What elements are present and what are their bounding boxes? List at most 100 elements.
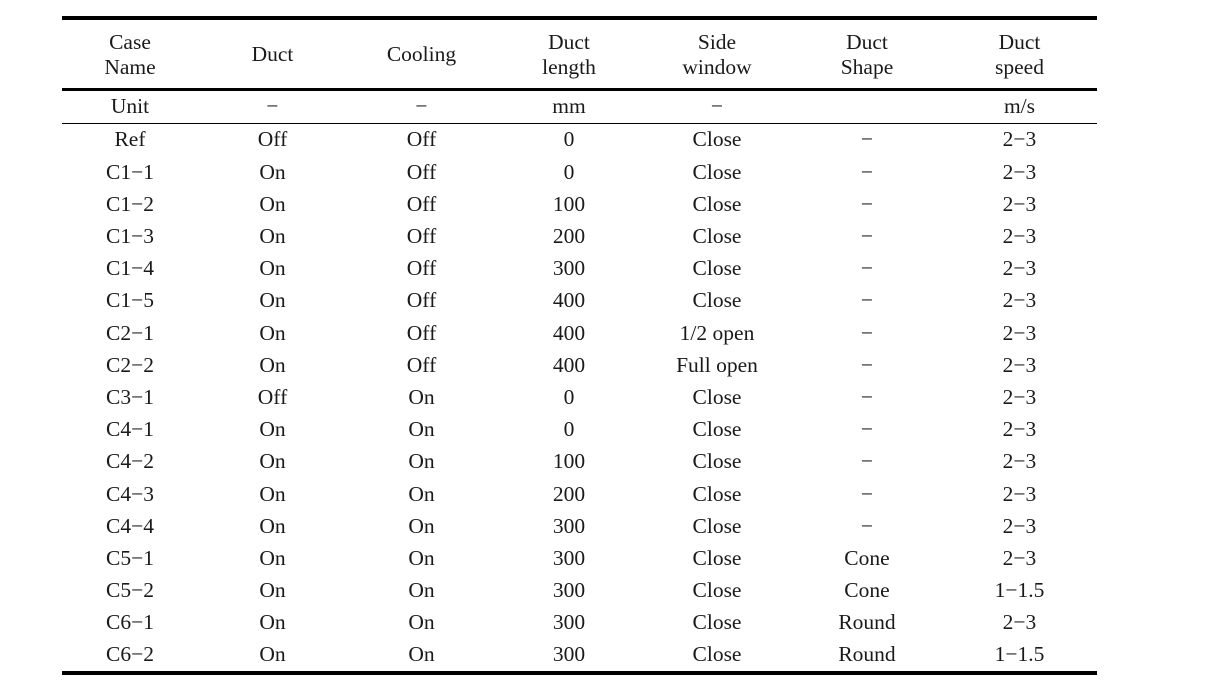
cell-duct_length: 200	[552, 481, 586, 506]
table-header: Case Name Duct Cooling Duct length Side window D…	[62, 16, 1097, 124]
column-header-line1: Duct	[548, 30, 590, 55]
cell-duct_length: 300	[496, 639, 642, 676]
cell-cooling: On	[347, 639, 496, 676]
cell-cooling: Off	[406, 352, 437, 377]
cell-duct_speed: 2−3	[1002, 320, 1037, 345]
cell-duct: On	[259, 449, 286, 474]
cell-duct_speed: 2−3	[1002, 224, 1037, 249]
column-header-duct_length: Duct length	[496, 16, 642, 90]
cell-case_name: C4−3	[106, 481, 154, 506]
cell-cooling: Off	[406, 288, 437, 313]
cell-case_name: C4−1	[106, 417, 154, 442]
table-row: C6−1 On On 300 Close Round 2−3	[62, 607, 1097, 639]
unit-cell-duct_shape	[792, 88, 942, 124]
cell-cooling: On	[408, 545, 435, 570]
cell-duct_speed: 1−1.5	[994, 578, 1045, 603]
column-header-duct_speed: Duct speed	[942, 16, 1097, 90]
column-header-line1: Case	[109, 30, 151, 55]
cell-duct_length: 100	[552, 449, 586, 474]
cell-duct_length: 0	[563, 417, 575, 442]
cell-duct: On	[259, 159, 286, 184]
cell-cooling: Off	[406, 224, 437, 249]
cell-duct_shape: −	[860, 191, 874, 216]
cell-duct_length: 300	[552, 610, 586, 635]
table-row: C5−2 On On 300 Close Cone 1−1.5	[62, 575, 1097, 607]
table-row: C1−4 On Off 300 Close − 2−3	[62, 253, 1097, 285]
cell-cooling: On	[408, 481, 435, 506]
cell-duct_length: 0	[563, 127, 575, 152]
column-header-line2: speed	[995, 54, 1044, 79]
cell-duct_speed: 2−3	[1002, 545, 1037, 570]
cell-case_name: C2−1	[106, 320, 154, 345]
unit-cell-duct: −	[198, 88, 347, 124]
cell-duct_length: 100	[552, 191, 586, 216]
cell-cooling: On	[408, 449, 435, 474]
unit-cell-cooling: −	[347, 88, 496, 124]
unit-cell-duct_length: mm	[496, 88, 642, 124]
cell-side_window: Close	[642, 639, 792, 676]
table-row: C3−1 Off On 0 Close − 2−3	[62, 382, 1097, 414]
cell-cooling: Off	[406, 159, 437, 184]
cell-duct_shape: −	[860, 320, 874, 345]
cell-duct_speed: 2−3	[1002, 127, 1037, 152]
table-row: C6−2 On On 300 Close Round 1−1.5	[62, 639, 1097, 676]
cell-side_window: Close	[692, 481, 742, 506]
case-table-container: Case Name Duct Cooling Duct length Side window D…	[62, 16, 1097, 676]
unit-cell-case_name: Unit	[62, 88, 198, 124]
table-row: C2−2 On Off 400 Full open − 2−3	[62, 349, 1097, 381]
cell-duct_shape: −	[860, 159, 874, 184]
cell-duct: On	[259, 224, 286, 249]
table-row: C1−3 On Off 200 Close − 2−3	[62, 221, 1097, 253]
column-header-line1: Duct	[251, 42, 294, 67]
cell-case_name: C1−1	[106, 159, 154, 184]
column-header-duct_shape: Duct Shape	[792, 16, 942, 90]
table-row: C1−2 On Off 100 Close − 2−3	[62, 188, 1097, 220]
cell-duct_speed: 1−1.5	[942, 639, 1097, 676]
table-unit-row: Unit − − mm − m/s	[62, 88, 1097, 124]
cell-case_name: C1−5	[106, 288, 154, 313]
cell-cooling: On	[408, 578, 435, 603]
cell-case_name: C1−3	[106, 224, 154, 249]
cell-duct_shape: −	[860, 224, 874, 249]
cell-side_window: Close	[692, 578, 742, 603]
cell-side_window: Close	[692, 513, 742, 538]
cell-duct_length: 300	[552, 578, 586, 603]
cell-side_window: Close	[692, 449, 742, 474]
cell-side_window: Close	[692, 224, 742, 249]
cell-duct: On	[259, 191, 286, 216]
cell-duct_speed: 2−3	[1002, 481, 1037, 506]
cell-duct: On	[259, 256, 286, 281]
cell-side_window: Close	[692, 417, 742, 442]
cell-case_name: C1−2	[106, 191, 154, 216]
cell-case_name: Ref	[114, 127, 146, 152]
cell-side_window: Close	[692, 127, 742, 152]
cell-case_name: C1−4	[106, 256, 154, 281]
table-row: C1−5 On Off 400 Close − 2−3	[62, 285, 1097, 317]
cell-side_window: Close	[692, 191, 742, 216]
cell-duct: On	[259, 513, 286, 538]
cell-cooling: On	[408, 513, 435, 538]
column-header-line1: Cooling	[386, 42, 457, 67]
cell-duct_speed: 2−3	[1002, 513, 1037, 538]
column-header-line1: Side	[697, 30, 737, 55]
cell-case_name: C4−2	[106, 449, 154, 474]
cell-duct_speed: 2−3	[1002, 159, 1037, 184]
cell-case_name: C2−2	[106, 352, 154, 377]
cell-side_window: Close	[692, 288, 742, 313]
cell-duct: On	[259, 352, 286, 377]
cell-cooling: On	[408, 417, 435, 442]
cell-duct_speed: 2−3	[1002, 256, 1037, 281]
cell-case_name: C6−2	[62, 639, 198, 676]
cell-duct_shape: −	[860, 384, 874, 409]
cell-duct_length: 0	[563, 384, 575, 409]
cell-side_window: Close	[692, 384, 742, 409]
table-row: C4−1 On On 0 Close − 2−3	[62, 414, 1097, 446]
cell-duct_length: 300	[552, 545, 586, 570]
cell-case_name: C6−1	[106, 610, 154, 635]
cell-duct_shape: −	[860, 127, 874, 152]
cell-duct_length: 400	[552, 320, 586, 345]
column-header-line2: Shape	[840, 54, 894, 79]
column-header-line2: length	[542, 54, 596, 79]
cell-duct_shape: Round	[792, 639, 942, 676]
cell-duct_shape: −	[860, 352, 874, 377]
